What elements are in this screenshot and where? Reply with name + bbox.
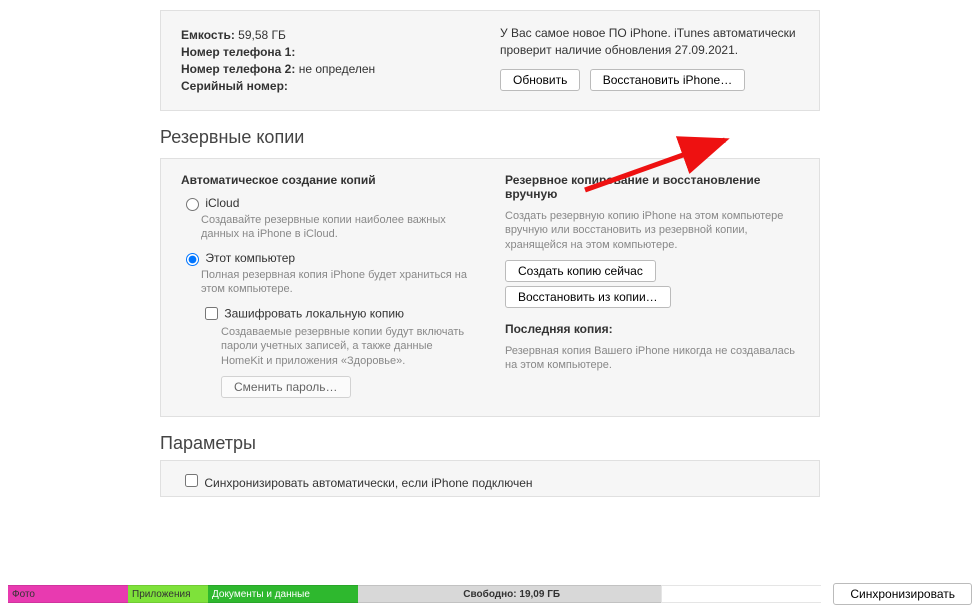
- manual-backup-desc: Создать резервную копию iPhone на этом к…: [505, 209, 799, 252]
- storage-bar: Фото Приложения Документы и данные Свобо…: [8, 584, 972, 604]
- backups-panel: Автоматическое создание копий iCloud Соз…: [160, 158, 820, 417]
- serial-label: Серийный номер:: [181, 79, 288, 93]
- storage-seg-docs: Документы и данные: [208, 585, 358, 603]
- capacity-value: 59,58 ГБ: [238, 28, 286, 42]
- icloud-radio[interactable]: [186, 198, 199, 211]
- last-backup-desc: Резервная копия Вашего iPhone никогда не…: [505, 344, 799, 373]
- encrypt-desc: Создаваемые резервные копии будут включа…: [221, 325, 475, 368]
- icloud-label: iCloud: [205, 196, 239, 210]
- encrypt-label: Зашифровать локальную копию: [224, 307, 404, 321]
- storage-seg-apps: Приложения: [128, 585, 208, 603]
- options-section-title: Параметры: [160, 433, 960, 454]
- restore-from-backup-button[interactable]: Восстановить из копии…: [505, 286, 671, 308]
- thispc-desc: Полная резервная копия iPhone будет хран…: [201, 268, 475, 297]
- phone2-label: Номер телефона 2:: [181, 62, 295, 76]
- encrypt-checkbox[interactable]: [205, 307, 218, 320]
- storage-seg-empty: [661, 585, 821, 603]
- restore-iphone-button[interactable]: Восстановить iPhone…: [590, 69, 746, 91]
- backup-now-button[interactable]: Создать копию сейчас: [505, 260, 656, 282]
- change-password-button[interactable]: Сменить пароль…: [221, 376, 351, 398]
- phone2-value: не определен: [299, 62, 375, 76]
- storage-seg-free: Свободно: 19,09 ГБ: [358, 585, 661, 603]
- update-button[interactable]: Обновить: [500, 69, 580, 91]
- thispc-label: Этот компьютер: [205, 251, 295, 265]
- update-status-text: У Вас самое новое ПО iPhone. iTunes авто…: [500, 25, 799, 59]
- device-info-panel: Емкость: 59,58 ГБ Номер телефона 1: Номе…: [160, 10, 820, 111]
- sync-button[interactable]: Синхронизировать: [833, 583, 972, 605]
- icloud-desc: Создавайте резервные копии наиболее важн…: [201, 213, 475, 242]
- capacity-label: Емкость:: [181, 28, 235, 42]
- auto-backup-heading: Автоматическое создание копий: [181, 173, 475, 187]
- last-backup-heading: Последняя копия:: [505, 322, 799, 336]
- thispc-radio[interactable]: [186, 253, 199, 266]
- manual-backup-heading: Резервное копирование и восстановление в…: [505, 173, 799, 201]
- phone1-label: Номер телефона 1:: [181, 45, 295, 59]
- auto-sync-checkbox[interactable]: [185, 474, 198, 487]
- storage-seg-photo: Фото: [8, 585, 128, 603]
- options-panel: Синхронизировать автоматически, если iPh…: [160, 460, 820, 497]
- auto-sync-label: Синхронизировать автоматически, если iPh…: [204, 476, 532, 490]
- backups-section-title: Резервные копии: [160, 127, 960, 148]
